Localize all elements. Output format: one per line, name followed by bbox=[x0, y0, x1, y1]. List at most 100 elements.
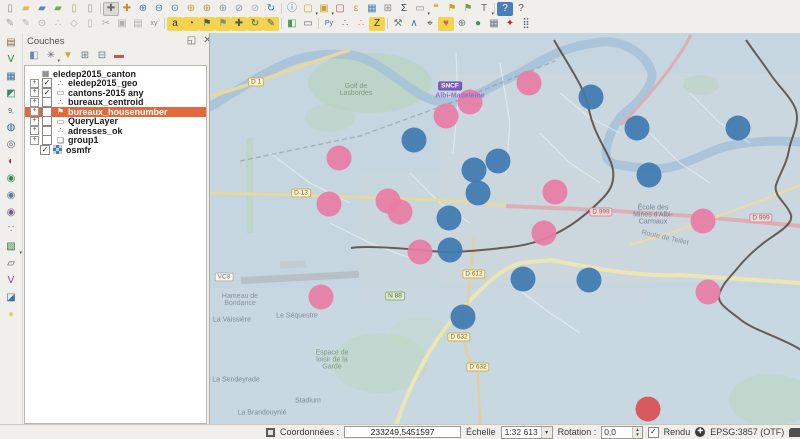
map-point-pink[interactable] bbox=[434, 104, 459, 129]
new-geopackage-layer-button[interactable]: ▧ bbox=[2, 239, 20, 255]
toggle-editing-button[interactable]: ✎ bbox=[2, 17, 18, 31]
add-postgis-layer-button[interactable]: ◍ bbox=[2, 120, 20, 136]
map-point-blue[interactable] bbox=[462, 158, 487, 183]
add-wms-layer-button[interactable]: ◉ bbox=[2, 171, 20, 187]
map-point-blue[interactable] bbox=[451, 305, 476, 330]
whats-this-button[interactable]: ? bbox=[513, 2, 529, 16]
layer-visibility-checkbox[interactable] bbox=[42, 135, 52, 145]
zoom-to-selection-button[interactable]: ⊕ bbox=[199, 2, 215, 16]
open-layer-styling-button[interactable]: ◧ bbox=[27, 50, 41, 63]
layout-manager-button[interactable]: ▯ bbox=[82, 2, 98, 16]
measure-button[interactable]: ▭ bbox=[412, 2, 428, 16]
layer-row-eledep2015_canton[interactable]: ▦eledep2015_canton bbox=[25, 69, 206, 79]
select-features-button[interactable]: ▢ bbox=[300, 2, 316, 16]
save-project-as-button[interactable]: ▰ bbox=[50, 2, 66, 16]
profile-tool-button[interactable]: ∧ bbox=[406, 17, 422, 31]
add-mssql-layer-button[interactable]: ◐ bbox=[2, 154, 20, 170]
layer-row-bureaux_housenumber[interactable]: ⚑bureaux_housenumber bbox=[25, 107, 206, 117]
map-point-red[interactable] bbox=[636, 397, 661, 422]
new-bookmark-layer-button[interactable]: ● bbox=[2, 307, 20, 323]
expander-icon[interactable] bbox=[30, 107, 39, 116]
grid-plugin-button[interactable]: ▦ bbox=[486, 17, 502, 31]
add-wcs-layer-button[interactable]: ◉ bbox=[2, 188, 20, 204]
expander-icon[interactable] bbox=[30, 136, 39, 145]
zoom-next-button[interactable]: ⊘ bbox=[247, 2, 263, 16]
map-point-pink[interactable] bbox=[458, 90, 483, 115]
expander-icon[interactable] bbox=[30, 126, 39, 135]
chevron-down-icon[interactable] bbox=[541, 427, 552, 438]
expander-icon[interactable] bbox=[30, 79, 39, 88]
layer-labeling-button[interactable]: a bbox=[167, 17, 183, 31]
layer-visibility-checkbox[interactable] bbox=[42, 116, 52, 126]
select-by-expression-button[interactable]: ε bbox=[348, 2, 364, 16]
expander-icon[interactable] bbox=[30, 117, 39, 126]
float-panel-button[interactable]: ◱ bbox=[184, 34, 200, 48]
collapse-all-button[interactable]: ⊟ bbox=[95, 50, 109, 63]
deselect-all-button[interactable]: ▢ bbox=[332, 2, 348, 16]
dotted-grid-plugin-button[interactable]: ⣿ bbox=[518, 17, 534, 31]
layer-row-eledep2015_geo[interactable]: ∴eledep2015_geo bbox=[25, 79, 206, 89]
add-vector-layer-button[interactable]: V bbox=[2, 52, 20, 68]
map-point-pink[interactable] bbox=[517, 71, 542, 96]
statistical-summary-button[interactable]: Σ bbox=[396, 2, 412, 16]
layer-diagram-button[interactable]: ◔ bbox=[183, 17, 199, 31]
marker-plugin-button[interactable]: ✦ bbox=[502, 17, 518, 31]
save-layer-edits-button[interactable]: ✎ bbox=[18, 17, 34, 31]
help-button[interactable]: ? bbox=[497, 2, 513, 16]
map-point-blue[interactable] bbox=[437, 206, 462, 231]
python-console-button[interactable]: Py bbox=[321, 17, 337, 31]
map-point-pink[interactable] bbox=[543, 180, 568, 205]
coordinates-input[interactable] bbox=[344, 426, 461, 438]
select-by-form-button[interactable]: ▣ bbox=[316, 2, 332, 16]
map-point-blue[interactable] bbox=[579, 85, 604, 110]
layer-visibility-checkbox[interactable] bbox=[42, 97, 52, 107]
expander-icon[interactable] bbox=[30, 98, 39, 107]
new-temporary-scratch-layer-button[interactable]: ◪ bbox=[2, 290, 20, 306]
map-point-blue[interactable] bbox=[577, 268, 602, 293]
search-binoculars-button[interactable]: ⌖ bbox=[422, 17, 438, 31]
layer-row-QueryLayer[interactable]: ▭QueryLayer bbox=[25, 117, 206, 127]
layer-row-cantons-2015 any[interactable]: ▭cantons-2015 any bbox=[25, 88, 206, 98]
zoom-in-button[interactable]: ⊕ bbox=[135, 2, 151, 16]
add-point-cloud-layer-button[interactable]: ∵ bbox=[2, 222, 20, 238]
csw-search-button[interactable]: ▭ bbox=[300, 17, 316, 31]
add-mesh-layer-button[interactable]: ◩ bbox=[2, 86, 20, 102]
map-point-blue[interactable] bbox=[511, 267, 536, 292]
pin-labels-button[interactable]: ⚑ bbox=[199, 17, 215, 31]
extents-icon[interactable] bbox=[266, 428, 275, 437]
new-bookmark-button[interactable]: ⚑ bbox=[444, 2, 460, 16]
layer-row-adresses_ok[interactable]: ∴adresses_ok bbox=[25, 126, 206, 136]
render-checkbox[interactable] bbox=[648, 427, 659, 438]
layer-visibility-checkbox[interactable] bbox=[42, 88, 52, 98]
map-point-blue[interactable] bbox=[486, 149, 511, 174]
new-virtual-layer-button[interactable]: V bbox=[2, 273, 20, 289]
map-point-blue[interactable] bbox=[466, 181, 491, 206]
map-point-pink[interactable] bbox=[408, 240, 433, 265]
pan-to-selection-button[interactable]: ✚ bbox=[119, 2, 135, 16]
save-project-button[interactable]: ▰ bbox=[34, 2, 50, 16]
layer-visibility-checkbox[interactable] bbox=[42, 78, 52, 88]
plugin-points-orange-button[interactable]: ∴ bbox=[353, 17, 369, 31]
zoom-full-button[interactable]: ⊕ bbox=[183, 2, 199, 16]
paste-features-button[interactable]: ▤ bbox=[130, 17, 146, 31]
layer-row-osmfr[interactable]: osmfr bbox=[25, 145, 206, 155]
layer-visibility-checkbox[interactable] bbox=[42, 107, 52, 117]
pan-map-button[interactable]: ✚ bbox=[103, 2, 119, 16]
field-calculator-button[interactable]: ⊞ bbox=[380, 2, 396, 16]
map-point-pink[interactable] bbox=[309, 285, 334, 310]
copy-features-button[interactable]: ▣ bbox=[114, 17, 130, 31]
map-point-pink[interactable] bbox=[532, 221, 557, 246]
add-delimited-text-layer-button[interactable]: 9, bbox=[2, 103, 20, 119]
add-raster-layer-button[interactable]: ▦ bbox=[2, 69, 20, 85]
digitize-options-button[interactable]: ⊙ bbox=[34, 17, 50, 31]
add-wfs-layer-button[interactable]: ◉ bbox=[2, 205, 20, 221]
spin-arrows-icon[interactable]: ▲▼ bbox=[632, 427, 641, 438]
modify-attributes-button[interactable]: xy bbox=[146, 17, 162, 31]
open-project-button[interactable]: ▰ bbox=[18, 2, 34, 16]
refresh-button[interactable]: ↻ bbox=[263, 2, 279, 16]
identify-plus-button[interactable]: ⊕ bbox=[454, 17, 470, 31]
vertex-tool-button[interactable]: ◇ bbox=[66, 17, 82, 31]
layer-row-bureaux_centroid[interactable]: ∴bureaux_centroid bbox=[25, 98, 206, 108]
open-attribute-table-button[interactable]: ▦ bbox=[364, 2, 380, 16]
plugin-points-blue-button[interactable]: ∴ bbox=[337, 17, 353, 31]
